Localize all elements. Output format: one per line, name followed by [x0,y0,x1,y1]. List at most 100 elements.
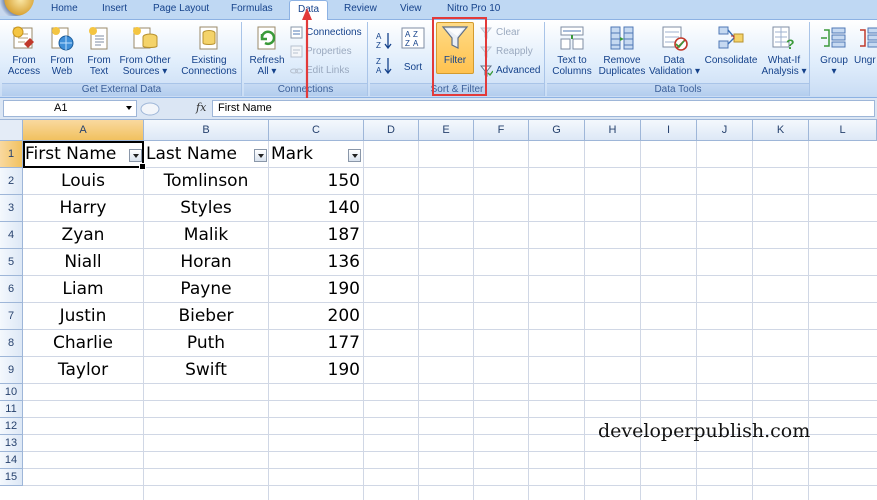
row-header-13[interactable]: 13 [0,435,23,452]
insert-function-icon[interactable]: fx [196,101,206,114]
advanced-filter-button[interactable]: Advanced [479,63,540,79]
tab-home[interactable]: Home [51,3,78,14]
tab-view[interactable]: View [400,3,422,14]
column-header-d[interactable]: D [364,120,419,141]
consolidate-button[interactable]: Consolidate [702,24,760,66]
data-validation-button[interactable]: Data Validation ▾ [649,24,700,77]
tab-insert[interactable]: Insert [102,3,127,14]
table-cell-first-name[interactable]: Justin [23,303,143,330]
table-cell-last-name[interactable]: Puth [144,330,268,357]
table-cell-last-name[interactable]: Malik [144,222,268,249]
table-cell-first-name[interactable]: Niall [23,249,143,276]
gridline [23,400,877,401]
select-all-corner[interactable] [0,120,23,141]
what-if-analysis-button[interactable]: ? What-If Analysis ▾ [761,24,807,77]
svg-text:Z: Z [376,41,381,50]
table-cell-first-name[interactable]: Liam [23,276,143,303]
table-cell-first-name[interactable]: Zyan [23,222,143,249]
column-header-c[interactable]: C [269,120,364,141]
row-header-1[interactable]: 1 [0,141,23,168]
table-cell-mark[interactable]: 190 [269,276,363,303]
sort-a-to-z-button[interactable]: AZ [375,30,393,50]
table-cell-first-name[interactable]: Taylor [23,357,143,384]
table-cell-last-name[interactable]: Bieber [144,303,268,330]
column-header-b[interactable]: B [144,120,269,141]
column-header-e[interactable]: E [419,120,474,141]
table-cell-mark[interactable]: 140 [269,195,363,222]
tab-nitro-pro[interactable]: Nitro Pro 10 [447,3,500,14]
office-button[interactable] [0,0,34,16]
row-header-15[interactable]: 15 [0,469,23,486]
row-header-11[interactable]: 11 [0,401,23,418]
name-box[interactable]: A1 [3,100,137,117]
column-header-l[interactable]: L [809,120,877,141]
column-header-g[interactable]: G [529,120,585,141]
column-header-k[interactable]: K [753,120,809,141]
column-header-f[interactable]: F [474,120,529,141]
table-cell-mark[interactable]: 177 [269,330,363,357]
table-cell-mark[interactable]: 136 [269,249,363,276]
tab-review[interactable]: Review [344,3,377,14]
table-cell-last-name[interactable]: Swift [144,357,268,384]
table-cell-last-name[interactable]: Styles [144,195,268,222]
from-text-button[interactable]: From Text [82,24,116,77]
column-header-h[interactable]: H [585,120,641,141]
group-label-get-external-data: Get External Data [2,83,241,96]
row-header-2[interactable]: 2 [0,168,23,195]
tab-formulas[interactable]: Formulas [231,3,273,14]
from-web-button[interactable]: From Web [44,24,80,77]
edit-links-button[interactable]: Edit Links [290,63,349,79]
row-header-5[interactable]: 5 [0,249,23,276]
active-cell-selection [23,141,146,170]
row-header-9[interactable]: 9 [0,357,23,384]
row-header-8[interactable]: 8 [0,330,23,357]
svg-text:A: A [405,30,411,39]
row-header-14[interactable]: 14 [0,452,23,469]
sort-z-to-a-button[interactable]: ZA [375,55,393,75]
refresh-all-button[interactable]: Refresh All ▾ [248,24,286,77]
table-cell-mark[interactable]: 150 [269,168,363,195]
table-cell-first-name[interactable]: Charlie [23,330,143,357]
row-header-4[interactable]: 4 [0,222,23,249]
row-header-3[interactable]: 3 [0,195,23,222]
autofilter-dropdown-icon[interactable] [348,149,361,162]
existing-connections-button[interactable]: Existing Connections [178,24,240,77]
table-cell-first-name[interactable]: Harry [23,195,143,222]
table-cell-last-name[interactable]: Tomlinson [144,168,268,195]
column-header-a[interactable]: A [23,120,144,141]
worksheet-grid[interactable]: A B C D E F G H I J K L 1 2 3 4 5 6 7 8 … [0,120,877,500]
reapply-button[interactable]: Reapply [479,44,533,60]
row-header-10[interactable]: 10 [0,384,23,401]
tab-page-layout[interactable]: Page Layout [153,3,209,14]
text-to-columns-button[interactable]: Text to Columns [550,24,594,77]
connections-button[interactable]: Connections [290,25,362,41]
table-cell-mark[interactable]: 187 [269,222,363,249]
table-cell-mark[interactable]: 200 [269,303,363,330]
column-header-i[interactable]: I [641,120,697,141]
table-cell-mark[interactable]: 190 [269,357,363,384]
row-header-6[interactable]: 6 [0,276,23,303]
table-cell-last-name[interactable]: Payne [144,276,268,303]
ungroup-button[interactable]: Ungr [854,24,877,66]
chevron-down-icon[interactable] [126,106,132,110]
autofilter-dropdown-icon[interactable] [254,149,267,162]
table-cell-last-name[interactable]: Horan [144,249,268,276]
properties-button[interactable]: Properties [290,44,352,60]
gridline [23,468,877,469]
formula-input[interactable]: First Name [212,100,875,117]
table-cell-first-name[interactable]: Louis [23,168,143,195]
gridline [23,451,877,452]
cell-c1-header[interactable]: Mark [269,141,349,168]
from-other-sources-button[interactable]: From Other Sources ▾ [117,24,173,77]
sort-button[interactable]: AZZA Sort [398,24,428,73]
from-access-button[interactable]: From Access [6,24,42,77]
sort-ascending-icon: AZ [375,32,393,53]
row-header-7[interactable]: 7 [0,303,23,330]
row-header-12[interactable]: 12 [0,418,23,435]
svg-text:A: A [376,32,382,41]
remove-duplicates-button[interactable]: Remove Duplicates [596,24,648,77]
cell-b1-header[interactable]: Last Name [144,141,254,168]
group-outline: Group ▾ Ungr [812,22,877,96]
column-header-j[interactable]: J [697,120,753,141]
group-button[interactable]: Group ▾ [816,24,852,77]
